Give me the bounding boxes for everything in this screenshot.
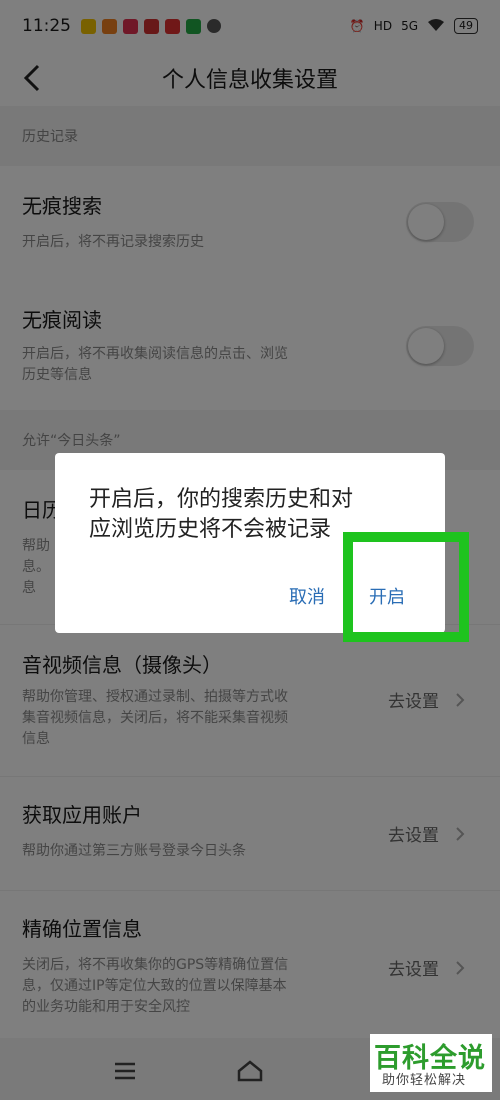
watermark-subtitle: 助你轻松解决 [382, 1073, 467, 1088]
highlight-annotation [343, 532, 469, 642]
dialog-message-line: 开启后，你的搜索历史和对 [89, 487, 354, 512]
cancel-button[interactable]: 取消 [289, 583, 325, 609]
watermark-logo: 百科全说 助你轻松解决 [370, 1034, 492, 1092]
